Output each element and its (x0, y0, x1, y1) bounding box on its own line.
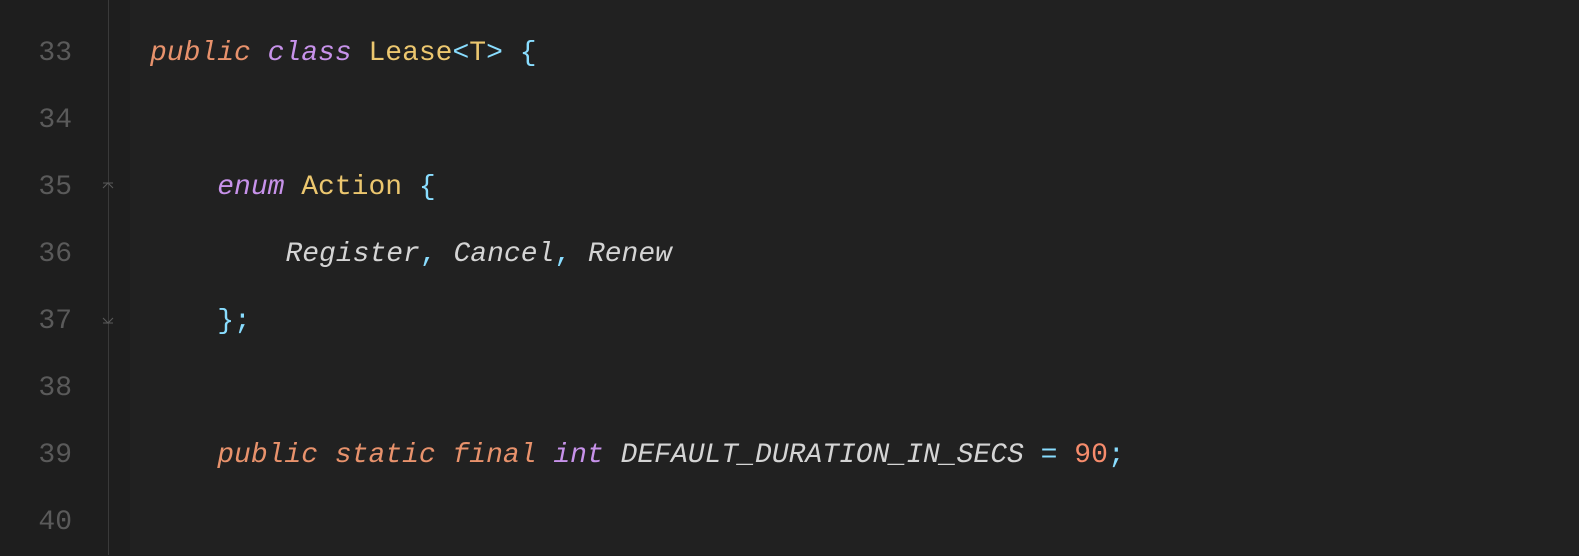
code-editor: 33 34 35 36 37 38 39 40 public class Lea… (0, 0, 1579, 555)
enum-constant: Renew (588, 239, 672, 270)
enum-constant: Register (285, 239, 419, 270)
code-line[interactable]: enum Action { (130, 154, 1579, 221)
line-number[interactable]: 38 (0, 355, 90, 422)
keyword-class: class (268, 38, 352, 69)
code-line[interactable]: public static final int DEFAULT_DURATION… (130, 422, 1579, 489)
semicolon: ; (234, 306, 251, 337)
fold-marker-icon[interactable] (101, 179, 115, 193)
brace-open: { (520, 38, 537, 69)
code-line[interactable]: Register, Cancel, Renew (130, 221, 1579, 288)
generic-close: > (486, 38, 503, 69)
code-line[interactable] (130, 489, 1579, 556)
semicolon: ; (1108, 440, 1125, 471)
brace-close: } (217, 306, 234, 337)
type-name: Action (301, 172, 402, 203)
enum-constant: Cancel (453, 239, 554, 270)
line-number[interactable]: 40 (0, 489, 90, 556)
fold-marker-icon[interactable] (101, 313, 115, 327)
keyword-public: public (217, 440, 318, 471)
keyword-public: public (150, 38, 251, 69)
keyword-enum: enum (217, 172, 284, 203)
code-area[interactable]: public class Lease<T> { enum Action { Re… (130, 0, 1579, 555)
keyword-static: static (335, 440, 436, 471)
keyword-final: final (453, 440, 537, 471)
code-line[interactable] (130, 355, 1579, 422)
generic-open: < (452, 38, 469, 69)
operator-equals: = (1041, 440, 1058, 471)
keyword-int: int (553, 440, 603, 471)
fold-gutter (90, 0, 130, 555)
fold-guide-line (108, 0, 109, 555)
line-number[interactable]: 34 (0, 87, 90, 154)
code-line[interactable]: }; (130, 288, 1579, 355)
type-param: T (469, 38, 486, 69)
number-literal: 90 (1074, 440, 1108, 471)
brace-open: { (419, 172, 436, 203)
line-number-gutter: 33 34 35 36 37 38 39 40 (0, 0, 90, 555)
line-number[interactable]: 33 (0, 20, 90, 87)
constant-name: DEFAULT_DURATION_IN_SECS (621, 440, 1024, 471)
line-number[interactable]: 36 (0, 221, 90, 288)
comma: , (554, 239, 571, 270)
line-number[interactable]: 39 (0, 422, 90, 489)
comma: , (420, 239, 437, 270)
line-number[interactable]: 35 (0, 154, 90, 221)
line-number[interactable]: 37 (0, 288, 90, 355)
type-name: Lease (368, 38, 452, 69)
code-line[interactable]: public class Lease<T> { (130, 20, 1579, 87)
code-line[interactable] (130, 87, 1579, 154)
